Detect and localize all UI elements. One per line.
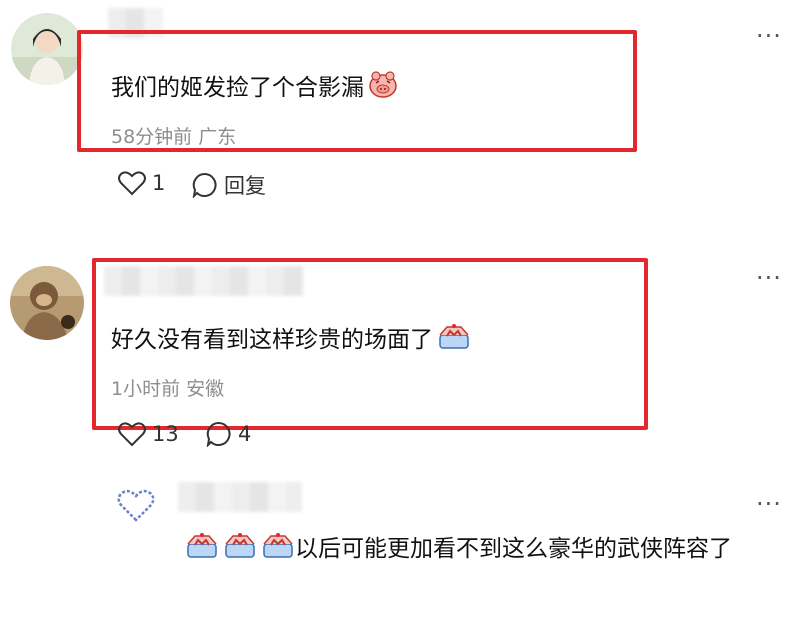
like-button[interactable]: 13 (118, 421, 179, 447)
comment-location: 安徽 (186, 378, 225, 400)
reply-count: 4 (238, 422, 252, 446)
user-avatar-image (11, 13, 83, 85)
comment-time: 58分钟前 (111, 126, 193, 148)
more-options-icon[interactable]: ··· (756, 492, 782, 516)
comment-bubble-icon (192, 172, 217, 198)
comment-text: 好久没有看到这样珍贵的场面了 (111, 320, 471, 357)
more-options-icon[interactable]: ··· (756, 266, 782, 290)
user-avatar[interactable] (10, 266, 84, 340)
user-avatar[interactable] (11, 13, 83, 85)
comment-location: 广东 (198, 126, 237, 148)
reply-label: 回复 (224, 174, 266, 198)
comment-time: 1小时前 (111, 378, 181, 400)
comment-text: 我们的姬发捡了个合影漏 (111, 68, 398, 105)
cake-icon (261, 532, 295, 572)
cake-icon (437, 323, 471, 357)
comment-meta: 1小时前 安徽 (111, 374, 224, 401)
reply-button[interactable]: 回复 (192, 170, 266, 200)
reply-text-content: 以后可能更加看不到这么豪华的武侠阵容了 (295, 536, 732, 562)
comment-text-content: 我们的姬发捡了个合影漏 (111, 75, 364, 101)
like-button[interactable]: 1 (118, 170, 165, 196)
reply-button[interactable]: 4 (206, 421, 251, 447)
cake-icon (185, 532, 219, 572)
comment-bubble-icon (206, 421, 231, 447)
heart-icon (118, 171, 146, 196)
comment-text-content: 好久没有看到这样珍贵的场面了 (111, 327, 433, 353)
cake-icon (223, 532, 257, 572)
reply-text: 以后可能更加看不到这么豪华的武侠阵容了 (185, 530, 785, 572)
like-count: 1 (152, 171, 166, 195)
comment-meta: 58分钟前 广东 (111, 122, 236, 149)
username-blurred[interactable] (178, 482, 302, 512)
heart-icon (118, 422, 146, 447)
user-avatar-image (10, 266, 84, 340)
reply-avatar[interactable] (114, 484, 158, 528)
like-count: 13 (152, 422, 179, 446)
pig-face-icon (368, 71, 398, 105)
heart-avatar-icon (114, 484, 158, 528)
more-options-icon[interactable]: ··· (756, 24, 782, 48)
